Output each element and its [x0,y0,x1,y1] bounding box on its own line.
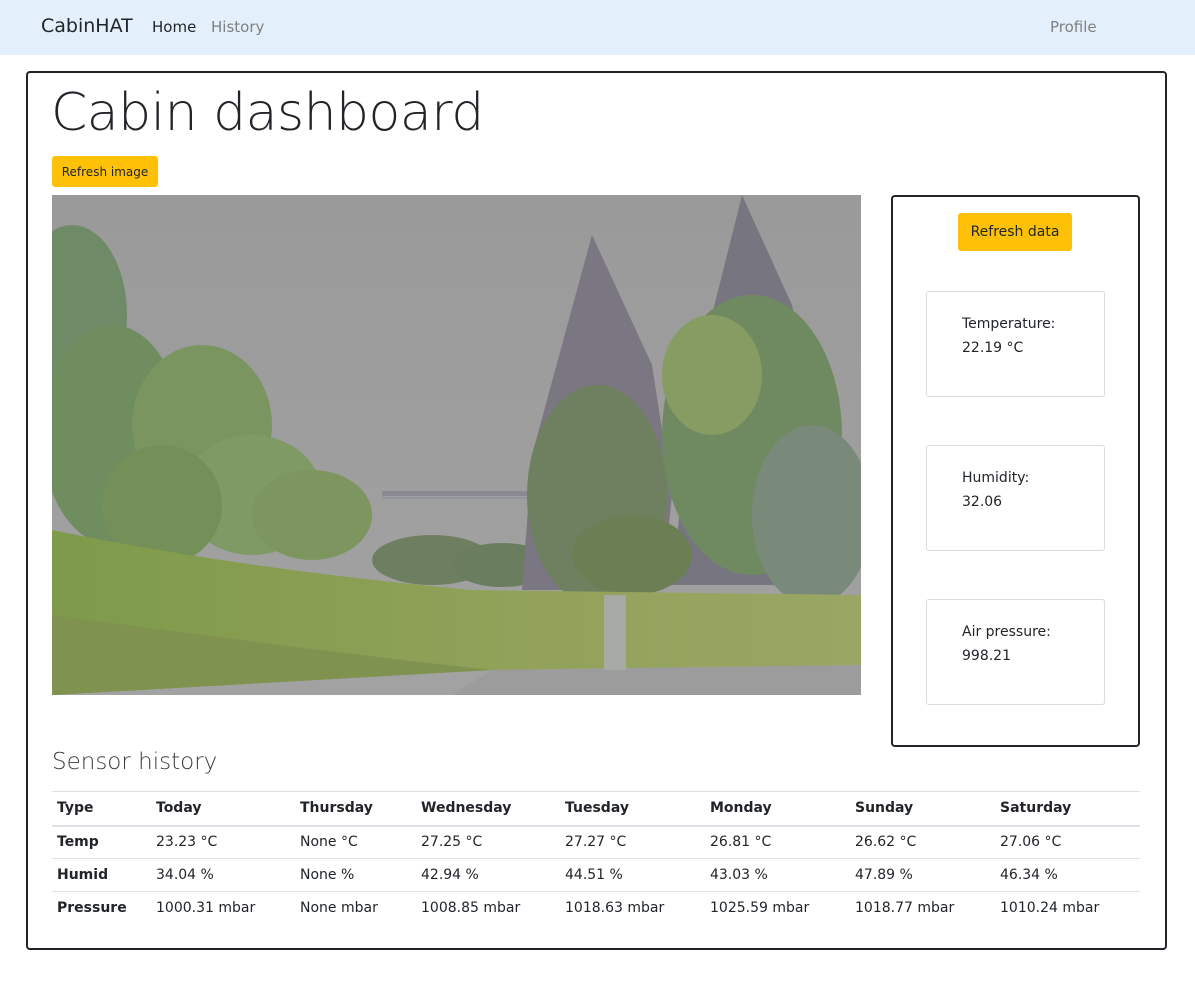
table-cell: None % [300,867,355,883]
row-type: Temp [57,834,99,851]
humidity-value: 32.06 [962,494,1003,510]
table-cell: 26.81 °C [710,834,772,851]
column-header: Thursday [300,800,373,817]
row-type: Humid [57,867,109,883]
table-cell: 1025.59 mbar [710,900,810,917]
navbar: CabinHAT Home History Profile [0,0,1195,55]
table-cell: 1018.77 mbar [855,900,955,917]
table-cell: None mbar [300,900,378,917]
table-row: Pressure 1000.31 mbar None mbar 1008.85 … [52,892,1140,925]
column-header: Monday [710,800,772,817]
temperature-value: 22.19 °C [962,340,1024,356]
table-cell: 46.34 % [1000,867,1058,883]
navbar-brand[interactable]: CabinHAT [41,15,133,37]
table-cell: 27.25 °C [421,834,483,851]
humidity-card: Humidity: 32.06 [926,445,1105,551]
table-cell: 44.51 % [565,867,623,883]
temperature-label: Temperature: [962,316,1056,332]
table-cell: 43.03 % [710,867,768,883]
table-cell: 26.62 °C [855,834,917,851]
refresh-image-button[interactable]: Refresh image [52,156,158,187]
table-cell: 1010.24 mbar [1000,900,1100,917]
table-cell: 1008.85 mbar [421,900,521,917]
table-cell: 27.27 °C [565,834,627,851]
nav-link-home[interactable]: Home [152,18,196,36]
column-header: Tuesday [565,800,629,817]
air-pressure-card: Air pressure: 998.21 [926,599,1105,705]
table-cell: 27.06 °C [1000,834,1062,851]
air-pressure-value: 998.21 [962,648,1011,664]
table-header-row: Type Today Thursday Wednesday Tuesday Mo… [52,791,1140,826]
nav-link-profile[interactable]: Profile [1050,18,1097,36]
column-header: Type [57,800,94,817]
table-cell: 34.04 % [156,867,214,883]
page-title: Cabin dashboard [51,83,484,143]
table-cell: 47.89 % [855,867,913,883]
temperature-card: Temperature: 22.19 °C [926,291,1105,397]
sensor-history-table: Type Today Thursday Wednesday Tuesday Mo… [52,791,1140,925]
table-cell: 42.94 % [421,867,479,883]
table-row: Temp 23.23 °C None °C 27.25 °C 27.27 °C … [52,826,1140,859]
table-cell: None °C [300,834,358,851]
camera-image [52,195,861,695]
table-cell: 1018.63 mbar [565,900,665,917]
table-row: Humid 34.04 % None % 42.94 % 44.51 % 43.… [52,859,1140,892]
column-header: Saturday [1000,800,1072,817]
row-type: Pressure [57,900,127,917]
table-cell: 23.23 °C [156,834,218,851]
humidity-label: Humidity: [962,470,1030,486]
column-header: Wednesday [421,800,512,817]
sensor-history-title: Sensor history [52,749,218,775]
refresh-data-button[interactable]: Refresh data [958,213,1072,251]
table-cell: 1000.31 mbar [156,900,256,917]
column-header: Sunday [855,800,914,817]
column-header: Today [156,800,202,817]
air-pressure-label: Air pressure: [962,624,1051,640]
nav-link-history[interactable]: History [211,18,264,36]
